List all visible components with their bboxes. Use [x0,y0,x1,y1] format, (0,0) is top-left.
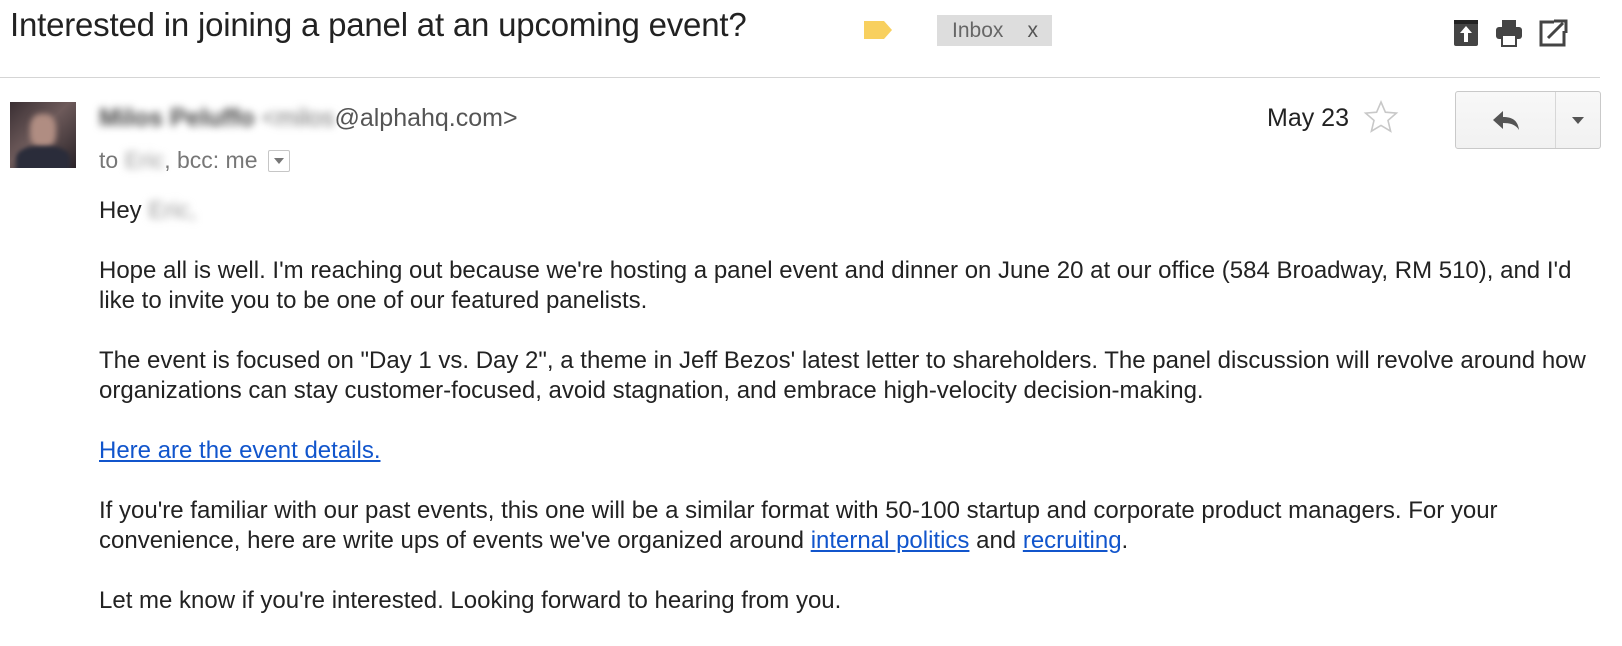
greeting-name: Eric, [148,197,197,224]
email-subject: Interested in joining a panel at an upco… [10,6,747,43]
to-prefix: to [99,147,119,173]
sender-line: Milos Peluffo <milos@alphahq.com> [99,104,518,133]
bcc-text: , bcc: me [164,147,258,173]
print-icon[interactable] [1494,18,1524,48]
body-paragraph-2: The event is focused on "Day 1 vs. Day 2… [99,347,1586,404]
chevron-down-icon [1572,116,1584,124]
sender-email-local: <milos [261,104,335,132]
event-details-paragraph: Here are the event details. [99,436,1599,466]
show-details-button[interactable] [267,149,290,172]
move-to-inbox-icon[interactable] [1451,18,1481,48]
recruiting-link[interactable]: recruiting [1023,527,1122,554]
greeting: Hey Eric, [99,196,1599,226]
to-recipient: Eric [124,147,165,173]
remove-label-button[interactable]: x [1028,19,1039,43]
star-icon[interactable] [1363,99,1399,135]
sender-name[interactable]: Milos Peluffo [99,104,255,132]
reply-button[interactable] [1456,92,1556,148]
body-paragraph-4: If you're familiar with our past events,… [99,496,1599,556]
sender-avatar[interactable] [10,102,76,168]
p4-and: and [969,527,1023,554]
p4-text: If you're familiar with our past events,… [99,497,1498,554]
event-details-link[interactable]: Here are the event details. [99,437,381,464]
open-in-new-window-icon[interactable] [1538,18,1568,48]
p4-end: . [1121,527,1129,554]
recipient-line: to Eric, bcc: me [99,147,290,174]
body-paragraph-1: Hope all is well. I'm reaching out becau… [99,257,1572,314]
internal-politics-link[interactable]: internal politics [811,527,970,554]
inbox-label-text: Inbox [952,18,1004,42]
inbox-label-chip: Inbox x [937,15,1052,46]
message-date: May 23 [1267,104,1349,132]
important-label-icon[interactable] [862,18,894,42]
greeting-text: Hey [99,197,142,224]
header-divider [0,77,1600,78]
body-paragraph-5: Let me know if you're interested. Lookin… [99,587,842,614]
message-body: Hey Eric, Hope all is well. I'm reaching… [99,196,1599,646]
reply-button-group [1455,91,1601,149]
more-actions-button[interactable] [1556,92,1600,148]
sender-email-domain: @alphahq.com> [334,104,518,132]
reply-icon [1492,111,1519,130]
